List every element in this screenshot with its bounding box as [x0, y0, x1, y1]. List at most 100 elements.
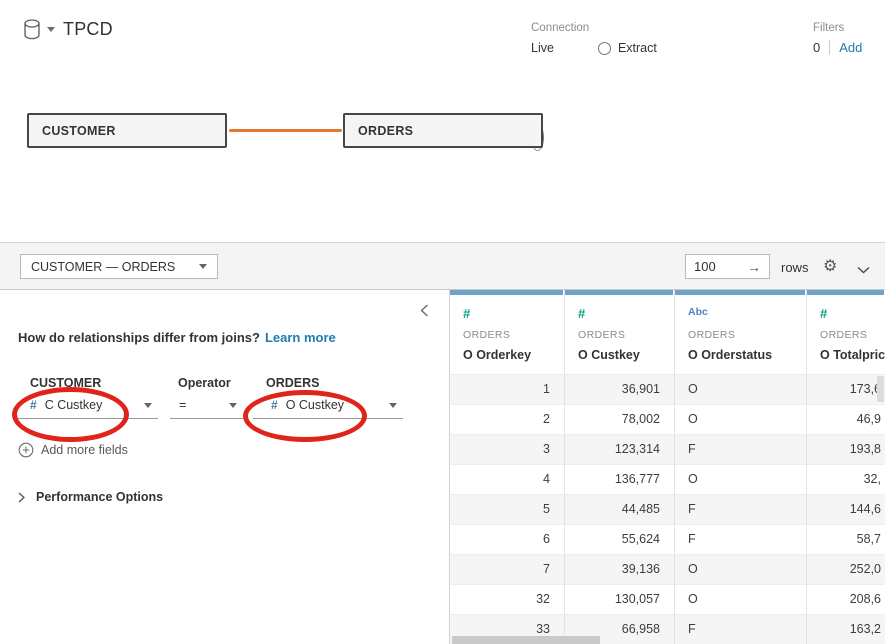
- column-accent-bar: [807, 290, 884, 295]
- canvas-table-orders[interactable]: ORDERS: [343, 113, 543, 148]
- live-radio-label[interactable]: Live: [531, 41, 554, 55]
- grid-cell: O: [675, 405, 807, 435]
- column-header-o-orderstatus[interactable]: Abc ORDERS O Orderstatus: [675, 290, 807, 375]
- grid-cell: O: [675, 375, 807, 405]
- table-row: 32130,057O208,6: [450, 585, 885, 615]
- grid-cell: 163,2: [807, 615, 885, 644]
- column-header-o-totalprice[interactable]: #ORDERSO Totalprice: [807, 290, 885, 375]
- column-field-name: O Custkey: [578, 348, 640, 362]
- grid-cell: F: [675, 615, 807, 644]
- column-field-name: O Totalprice: [820, 348, 885, 362]
- grid-cell: 4: [450, 465, 565, 495]
- filters-add-link[interactable]: Add: [839, 40, 862, 55]
- datasource-title[interactable]: TPCD: [63, 19, 113, 40]
- column-header-o-custkey[interactable]: #ORDERSO Custkey: [565, 290, 675, 375]
- grid-cell: 144,6: [807, 495, 885, 525]
- operator-dropdown[interactable]: =: [170, 392, 243, 419]
- table-row: 278,002O46,9: [450, 405, 885, 435]
- canvas-table-orders-label: ORDERS: [358, 124, 413, 138]
- row-count-input[interactable]: [686, 259, 736, 274]
- row-count-box: →: [685, 254, 770, 279]
- table-row: 655,624F58,7: [450, 525, 885, 555]
- filters-count: 0: [813, 40, 820, 55]
- grid-cell: O: [675, 555, 807, 585]
- page-header: TPCD Connection Live Extract Filters 0 A…: [0, 0, 885, 70]
- grid-cell: O: [675, 465, 807, 495]
- grid-cell: 130,057: [565, 585, 675, 615]
- grid-cell: F: [675, 435, 807, 465]
- chevron-down-icon: [144, 403, 152, 408]
- grid-cell: 193,8: [807, 435, 885, 465]
- add-more-fields-label: Add more fields: [41, 443, 128, 457]
- column-table-name: ORDERS: [688, 329, 735, 341]
- grid-cell: 39,136: [565, 555, 675, 585]
- column-accent-bar: [675, 290, 805, 295]
- right-field-dropdown[interactable]: # O Custkey: [253, 392, 403, 419]
- table-row: 544,485F144,6: [450, 495, 885, 525]
- column-accent-bar: [565, 290, 673, 295]
- connection-label: Connection: [531, 22, 657, 34]
- grid-cell: 6: [450, 525, 565, 555]
- right-table-column-label: ORDERS: [266, 376, 319, 390]
- column-table-name: ORDERS: [463, 329, 510, 341]
- grid-cell: 58,7: [807, 525, 885, 555]
- column-header-o-orderkey[interactable]: #ORDERSO Orderkey: [450, 290, 565, 375]
- data-grid: #ORDERSO Orderkey # ORDERS O Custkey Abc ORDE…: [450, 290, 885, 644]
- canvas-table-customer-label: CUSTOMER: [42, 124, 116, 138]
- plus-circle-icon: [18, 442, 34, 458]
- apply-rows-arrow-icon[interactable]: →: [747, 259, 769, 275]
- grid-cell: 2: [450, 405, 565, 435]
- left-field-dropdown[interactable]: # C Custkey: [17, 392, 158, 419]
- grid-cell: O: [675, 585, 807, 615]
- grid-cell: 46,9: [807, 405, 885, 435]
- horizontal-scrollbar[interactable]: [452, 636, 600, 644]
- column-accent-bar: [450, 290, 563, 295]
- performance-options-toggle[interactable]: Performance Options: [18, 490, 163, 504]
- grid-cell: 123,314: [565, 435, 675, 465]
- operator-value: =: [179, 398, 186, 412]
- number-datatype-icon: #: [820, 306, 827, 321]
- grid-cell: 208,6: [807, 585, 885, 615]
- grid-cell: 32,: [807, 465, 885, 495]
- grid-cell: 252,0: [807, 555, 885, 585]
- extract-radio[interactable]: [598, 42, 611, 55]
- add-more-fields-button[interactable]: Add more fields: [18, 442, 128, 458]
- tableau-datasource-page: { "app": { "title": "TPCD" }, "header": …: [0, 0, 885, 644]
- grid-cell: 1: [450, 375, 565, 405]
- collapse-preview-chevron-icon[interactable]: [857, 261, 870, 279]
- column-table-name: ORDERS: [578, 329, 625, 341]
- left-field-value: C Custkey: [45, 398, 103, 412]
- extract-radio-label[interactable]: Extract: [618, 41, 657, 55]
- relationship-selector-dropdown[interactable]: CUSTOMER — ORDERS: [20, 254, 218, 279]
- rows-label: rows: [781, 260, 808, 275]
- relationship-editor-panel: How do relationships differ from joins?L…: [0, 290, 450, 644]
- collapse-panel-chevron-icon[interactable]: [420, 304, 429, 322]
- grid-cell: 36,901: [565, 375, 675, 405]
- table-row: 136,901O173,6: [450, 375, 885, 405]
- datasource-menu[interactable]: [22, 18, 55, 46]
- gear-icon[interactable]: ⚙: [823, 256, 837, 276]
- preview-toolbar: CUSTOMER — ORDERS → rows ⚙: [0, 242, 885, 290]
- number-datatype-icon: #: [271, 398, 278, 412]
- chevron-down-icon: [199, 264, 207, 269]
- canvas-table-customer[interactable]: CUSTOMER: [27, 113, 227, 148]
- relationship-noodle[interactable]: [229, 129, 342, 132]
- chevron-down-icon: [229, 403, 237, 408]
- grid-cell: 173,6: [807, 375, 885, 405]
- grid-cell: 136,777: [565, 465, 675, 495]
- left-table-column-label: CUSTOMER: [30, 376, 101, 390]
- table-row: 739,136O252,0: [450, 555, 885, 585]
- string-datatype-icon: Abc: [688, 306, 708, 318]
- grid-cell: F: [675, 525, 807, 555]
- performance-options-label: Performance Options: [36, 490, 163, 504]
- learn-more-link[interactable]: Learn more: [265, 330, 336, 345]
- vertical-scrollbar[interactable]: [877, 376, 884, 402]
- grid-cell: F: [675, 495, 807, 525]
- column-field-name: O Orderstatus: [688, 348, 772, 362]
- grid-cell: 5: [450, 495, 565, 525]
- database-icon: [22, 18, 42, 46]
- table-row: 4136,777O32,: [450, 465, 885, 495]
- grid-cell: 32: [450, 585, 565, 615]
- connection-section: Connection Live Extract: [531, 22, 657, 55]
- filters-label: Filters: [813, 22, 862, 34]
